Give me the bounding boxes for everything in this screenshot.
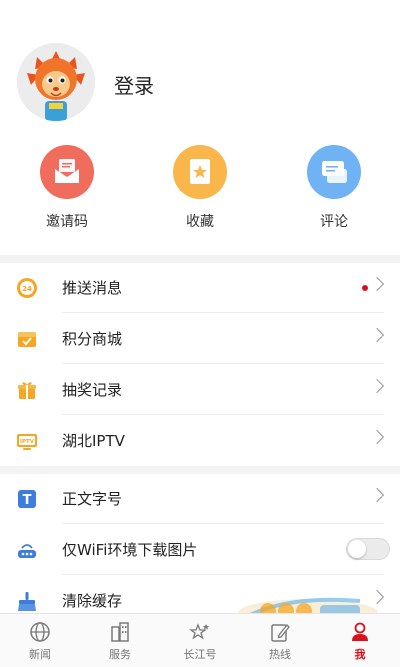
tab-changjiang-hao[interactable]: 长江号 — [160, 614, 240, 667]
invite-code-button[interactable]: 邀请码 — [17, 145, 117, 231]
tab-label: 热线 — [269, 648, 291, 661]
menu-item-wifi-only-images: 仅WiFi环境下载图片 — [0, 524, 400, 575]
push-24-icon: 24 — [16, 277, 38, 299]
points-mall-icon — [16, 328, 38, 350]
lion-mascot-icon — [17, 43, 95, 121]
font-size-icon: T — [16, 488, 38, 510]
chevron-right-icon — [369, 327, 385, 343]
menu-item-label: 湖北IPTV — [62, 432, 125, 450]
menu-item-label: 抽奖记录 — [62, 381, 123, 399]
login-link[interactable]: 登录 — [114, 70, 154, 99]
menu-item-lottery-records[interactable]: 抽奖记录 — [0, 364, 400, 415]
favorites-label: 收藏 — [186, 214, 214, 230]
tab-label: 新闻 — [29, 648, 51, 661]
iptv-icon-text: IPTV — [20, 439, 35, 445]
tab-label: 我 — [354, 648, 366, 661]
menu-item-font-size[interactable]: T 正文字号 — [0, 473, 400, 524]
toggle-knob — [348, 540, 366, 558]
router-icon — [16, 539, 38, 561]
quick-actions: 邀请码 收藏 评论 — [0, 140, 400, 255]
unread-dot — [362, 285, 368, 291]
user-me-icon — [349, 621, 371, 643]
invite-envelope-icon — [40, 145, 94, 199]
menu-item-label: 积分商城 — [62, 330, 123, 348]
bottom-tab-bar: 新闻 服务 长江号 热线 我 — [0, 613, 400, 667]
iptv-tv-icon: IPTV — [16, 430, 38, 452]
chevron-right-icon — [369, 378, 385, 394]
tab-news[interactable]: 新闻 — [0, 614, 80, 667]
menu-item-push-messages[interactable]: 24 推送消息 — [0, 262, 400, 313]
gift-icon — [16, 379, 38, 401]
invite-code-label: 邀请码 — [46, 214, 88, 230]
chevron-right-icon — [369, 429, 385, 445]
menu-item-label: 仅WiFi环境下载图片 — [62, 541, 198, 559]
font-size-icon-text: T — [23, 493, 32, 508]
tab-me[interactable]: 我 — [320, 614, 400, 667]
favorites-button[interactable]: 收藏 — [150, 145, 250, 231]
favorite-bookmark-icon — [173, 145, 227, 199]
buildings-icon — [109, 621, 131, 643]
svg-text:24: 24 — [22, 285, 32, 293]
tab-hotline[interactable]: 热线 — [240, 614, 320, 667]
avatar[interactable] — [17, 43, 95, 121]
menu-item-label: 推送消息 — [62, 279, 123, 297]
tab-label: 服务 — [109, 648, 131, 661]
globe-icon — [29, 621, 51, 643]
menu-item-hubei-iptv[interactable]: IPTV 湖北IPTV — [0, 415, 400, 466]
chevron-right-icon — [369, 487, 385, 503]
edit-pen-icon — [269, 621, 291, 643]
tab-label: 长江号 — [183, 648, 217, 661]
comments-label: 评论 — [320, 214, 348, 230]
menu-item-points-mall[interactable]: 积分商城 — [0, 313, 400, 364]
stars-icon — [189, 621, 211, 643]
profile-header: 登录 — [0, 0, 400, 140]
comments-button[interactable]: 评论 — [284, 145, 384, 231]
tab-services[interactable]: 服务 — [80, 614, 160, 667]
wifi-only-toggle[interactable] — [346, 538, 390, 560]
menu-item-label: 正文字号 — [62, 490, 123, 508]
comment-chat-icon — [307, 145, 361, 199]
chevron-right-icon — [369, 276, 385, 292]
broom-icon — [16, 590, 38, 612]
menu-item-label: 清除缓存 — [62, 592, 123, 610]
